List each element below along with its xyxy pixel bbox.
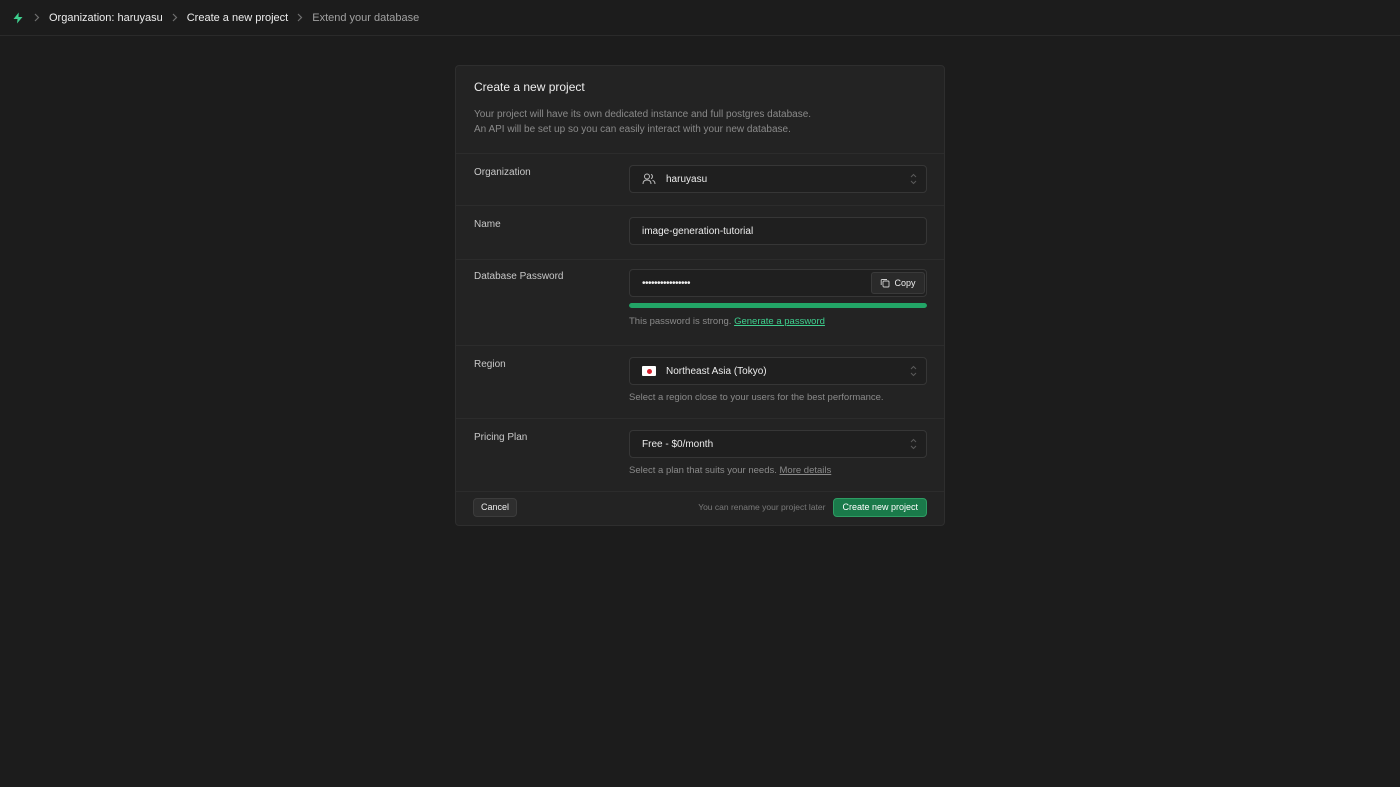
chevron-up-down-icon: [910, 173, 917, 185]
organization-label: Organization: [474, 167, 531, 178]
database-password-input[interactable]: •••••••••••••••• Copy: [629, 269, 927, 297]
database-password-label: Database Password: [474, 271, 564, 282]
chevron-up-down-icon: [910, 365, 917, 377]
breadcrumb-create-project[interactable]: Create a new project: [187, 12, 289, 24]
chevron-right-icon: [297, 13, 303, 22]
card-footer: Cancel You can rename your project later…: [456, 489, 944, 525]
region-select[interactable]: Northeast Asia (Tokyo): [629, 357, 927, 385]
password-masked-value: ••••••••••••••••: [642, 277, 691, 289]
region-label: Region: [474, 359, 506, 370]
pricing-plan-hint-text: Select a plan that suits your needs.: [629, 465, 777, 476]
region-hint: Select a region close to your users for …: [629, 392, 884, 403]
password-strength-text: This password is strong.: [629, 316, 732, 327]
card-header: Create a new project Your project will h…: [456, 66, 944, 154]
region-row: Region Northeast Asia (Tokyo) Select a r…: [456, 346, 944, 419]
pricing-plan-select[interactable]: Free - $0/month: [629, 430, 927, 458]
top-bar: Organization: haruyasu Create a new proj…: [0, 0, 1400, 36]
pricing-plan-value: Free - $0/month: [642, 438, 714, 450]
pricing-plan-hint: Select a plan that suits your needs. Mor…: [629, 465, 831, 476]
card-description-line-2: An API will be set up so you can easily …: [474, 123, 791, 135]
chevron-right-icon: [172, 13, 178, 22]
chevron-up-down-icon: [910, 438, 917, 450]
generate-password-link[interactable]: Generate a password: [734, 316, 825, 327]
chevron-right-icon: [34, 13, 40, 22]
password-hint: This password is strong. Generate a pass…: [629, 316, 825, 327]
copy-icon: [880, 278, 890, 288]
create-project-card: Create a new project Your project will h…: [455, 65, 945, 526]
password-strength-fill: [629, 303, 927, 308]
create-new-project-button[interactable]: Create new project: [833, 497, 927, 517]
pricing-plan-row: Pricing Plan Free - $0/month Select a pl…: [456, 419, 944, 492]
card-description-line-1: Your project will have its own dedicated…: [474, 109, 812, 120]
japan-flag-icon: [642, 366, 656, 376]
footer-actions: You can rename your project later Create…: [698, 497, 927, 517]
breadcrumb-extend-database: Extend your database: [312, 11, 420, 24]
project-name-input[interactable]: image-generation-tutorial: [629, 217, 927, 245]
password-strength-bar: [629, 303, 927, 308]
project-name-value: image-generation-tutorial: [642, 225, 754, 237]
supabase-logo-icon[interactable]: [11, 11, 25, 25]
breadcrumb-organization[interactable]: Organization: haruyasu: [49, 12, 163, 24]
cancel-button[interactable]: Cancel: [473, 497, 518, 517]
pricing-plan-label: Pricing Plan: [474, 432, 528, 443]
name-label: Name: [474, 219, 501, 230]
card-title: Create a new project: [474, 80, 585, 94]
more-details-link[interactable]: More details: [780, 465, 832, 476]
copy-button-label: Copy: [894, 278, 916, 288]
region-value: Northeast Asia (Tokyo): [666, 365, 767, 377]
password-row: Database Password •••••••••••••••• Copy …: [456, 260, 944, 346]
organization-row: Organization haruyasu: [456, 154, 944, 206]
users-icon: [642, 173, 656, 185]
rename-note: You can rename your project later: [698, 502, 826, 512]
organization-select[interactable]: haruyasu: [629, 165, 927, 193]
name-row: Name image-generation-tutorial: [456, 206, 944, 260]
organization-value: haruyasu: [666, 173, 708, 185]
copy-password-button[interactable]: Copy: [871, 272, 925, 294]
card-description: Your project will have its own dedicated…: [474, 108, 926, 137]
